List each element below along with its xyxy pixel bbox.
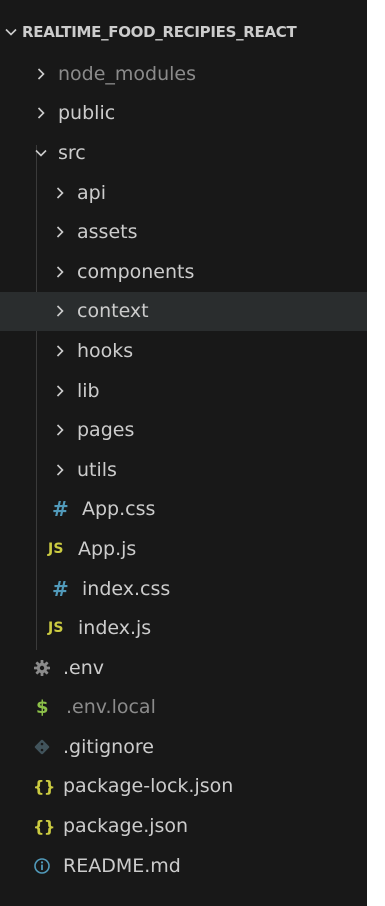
- chevron-right-icon[interactable]: [51, 173, 69, 212]
- tree-folder-api[interactable]: api: [0, 173, 367, 213]
- tree-file-app-css[interactable]: # App.css: [0, 490, 367, 530]
- tree-item-label: App.css: [82, 498, 156, 521]
- tree-file-index-js[interactable]: JS index.js: [0, 608, 367, 648]
- tree-folder-pages[interactable]: pages: [0, 410, 367, 450]
- tree-folder-utils[interactable]: utils: [0, 450, 367, 490]
- tree-item-label: .gitignore: [63, 735, 154, 758]
- tree-file-app-js[interactable]: JS App.js: [0, 529, 367, 569]
- chevron-right-icon[interactable]: [32, 54, 50, 93]
- gear-icon: [33, 648, 55, 687]
- info-icon: [33, 846, 55, 885]
- tree-item-label: .env: [63, 656, 105, 679]
- tree-file-package-json[interactable]: {} package.json: [0, 806, 367, 846]
- braces-icon: {}: [33, 776, 55, 796]
- tree-item-label: context: [77, 300, 149, 323]
- tree-item-label: utils: [77, 458, 117, 481]
- chevron-right-icon[interactable]: [51, 252, 69, 291]
- tree-item-label: assets: [77, 221, 138, 244]
- chevron-down-icon[interactable]: [0, 14, 22, 50]
- tree-folder-lib[interactable]: lib: [0, 371, 367, 411]
- tree-item-label: lib: [77, 379, 100, 402]
- tree-file-index-css[interactable]: # index.css: [0, 569, 367, 609]
- chevron-right-icon[interactable]: [51, 371, 69, 410]
- tree-item-label: public: [58, 102, 116, 125]
- tree-item-label: pages: [77, 419, 135, 442]
- tree-item-label: package.json: [63, 815, 189, 838]
- dollar-icon: $: [36, 696, 49, 718]
- tree-file-package-lock-json[interactable]: {} package-lock.json: [0, 767, 367, 807]
- tree-folder-assets[interactable]: assets: [0, 212, 367, 252]
- chevron-right-icon[interactable]: [51, 450, 69, 489]
- hash-icon: #: [52, 497, 69, 522]
- tree-item-label: src: [58, 141, 86, 164]
- js-icon: JS: [48, 620, 64, 637]
- chevron-right-icon[interactable]: [32, 94, 50, 133]
- explorer-root-label: REALTIME_FOOD_RECIPIES_REACT: [22, 23, 297, 41]
- tree-folder-src[interactable]: src: [0, 133, 367, 173]
- tree-item-label: index.css: [82, 577, 171, 600]
- braces-icon: {}: [33, 816, 55, 836]
- tree-folder-public[interactable]: public: [0, 94, 367, 134]
- tree-item-label: README.md: [63, 854, 181, 877]
- tree-item-label: hooks: [77, 339, 134, 362]
- tree-item-label: api: [77, 181, 106, 204]
- tree-folder-hooks[interactable]: hooks: [0, 331, 367, 371]
- js-icon: JS: [48, 540, 64, 557]
- tree-item-label: node_modules: [58, 62, 197, 85]
- tree-item-label: .env.local: [66, 696, 156, 719]
- tree-folder-context[interactable]: context: [0, 291, 367, 332]
- chevron-right-icon[interactable]: [51, 292, 69, 331]
- hash-icon: #: [52, 576, 69, 601]
- tree-file-gitignore[interactable]: .gitignore: [0, 727, 367, 767]
- chevron-down-icon[interactable]: [32, 133, 50, 172]
- tree-item-label: index.js: [78, 617, 152, 640]
- explorer-root-header[interactable]: REALTIME_FOOD_RECIPIES_REACT: [0, 14, 367, 50]
- chevron-right-icon[interactable]: [51, 331, 69, 370]
- chevron-right-icon[interactable]: [51, 213, 69, 252]
- tree-item-label: package-lock.json: [63, 775, 234, 798]
- file-explorer-panel: REALTIME_FOOD_RECIPIES_REACT node_module…: [0, 0, 367, 906]
- tree-item-label: components: [77, 260, 195, 283]
- file-tree: node_modules public src api assets compo…: [0, 54, 367, 885]
- tree-file-env-local[interactable]: $ .env.local: [0, 688, 367, 728]
- tree-file-readme-md[interactable]: README.md: [0, 846, 367, 886]
- tree-folder-node-modules[interactable]: node_modules: [0, 54, 367, 94]
- chevron-right-icon[interactable]: [51, 411, 69, 450]
- tree-item-label: App.js: [78, 537, 137, 560]
- tree-folder-components[interactable]: components: [0, 252, 367, 292]
- tree-file-env[interactable]: .env: [0, 648, 367, 688]
- git-icon: [33, 727, 55, 766]
